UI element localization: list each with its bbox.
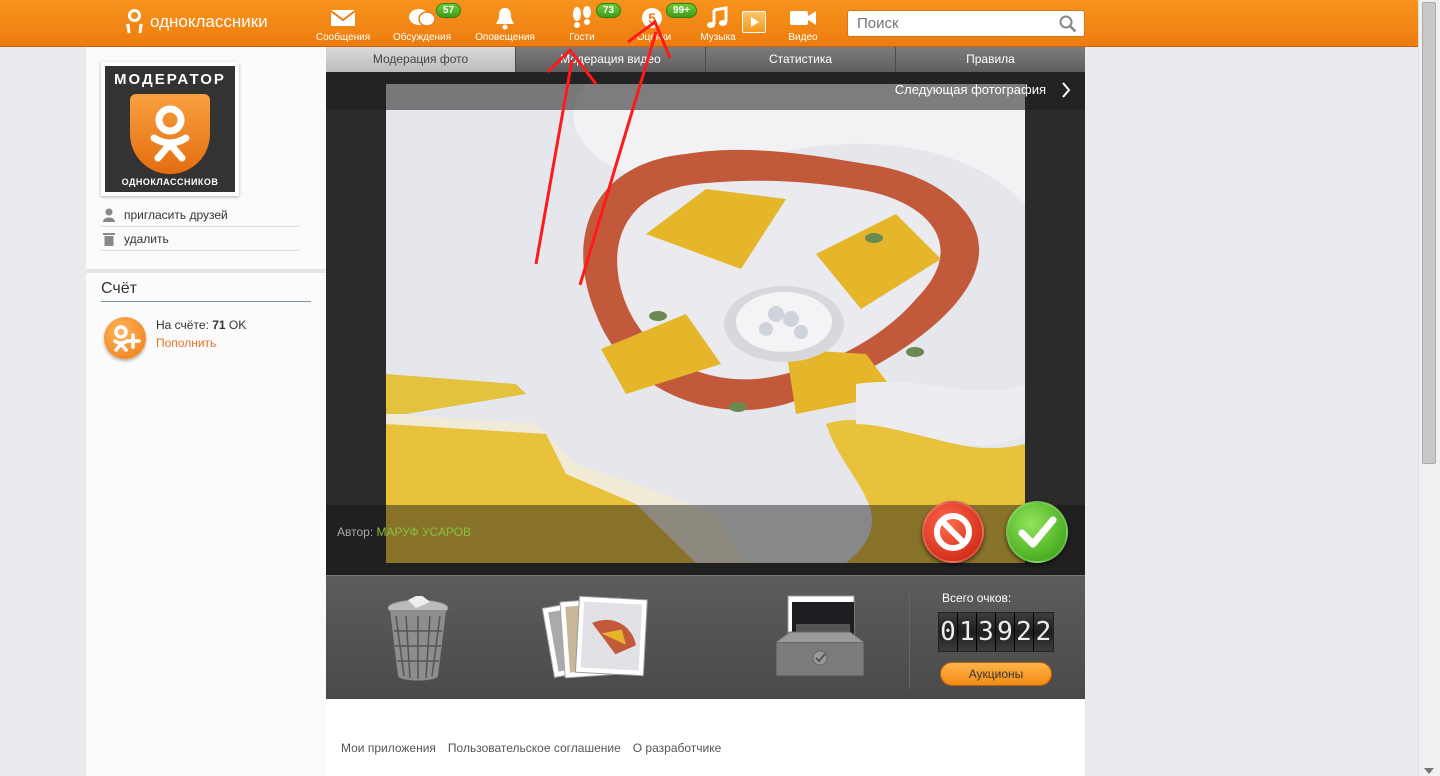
nav-label: Видео xyxy=(788,32,818,43)
photo-viewer: Следующая фотография Автор: МАРУФ УСАРОВ xyxy=(326,72,1085,575)
music-note-icon xyxy=(686,5,750,31)
tab-rules[interactable]: Правила xyxy=(896,47,1085,72)
nav-ratings[interactable]: 5 Оценки 99+ xyxy=(622,3,697,43)
ok-coin-icon xyxy=(104,317,146,359)
footer-link-user-agreement[interactable]: Пользовательское соглашение xyxy=(448,741,621,755)
play-icon[interactable] xyxy=(742,11,766,33)
auctions-button[interactable]: Аукционы xyxy=(940,662,1052,686)
envelope-icon xyxy=(311,5,375,31)
score-digit: 1 xyxy=(958,613,977,651)
next-photo-bar: Следующая фотография xyxy=(326,72,1085,110)
moderated-photo xyxy=(386,84,1025,563)
score-digit: 0 xyxy=(939,613,958,651)
nav-notifications[interactable]: Оповещения xyxy=(473,5,537,43)
account-balance: На счёте: 71 OK xyxy=(156,318,246,332)
checkmark-icon xyxy=(1018,516,1057,548)
delete-link[interactable]: удалить xyxy=(101,227,299,251)
score-digit: 2 xyxy=(1034,613,1053,651)
person-icon xyxy=(101,208,117,222)
search-icon[interactable] xyxy=(1059,15,1077,36)
scrollbar-thumb[interactable] xyxy=(1422,2,1436,464)
guests-badge: 73 xyxy=(596,3,622,18)
left-sidebar: МОДЕРАТОР ОДНОКЛАССНИКОВ пригласить друз… xyxy=(86,47,326,776)
ok-logo-icon xyxy=(124,8,146,36)
nav-label: Оповещения xyxy=(475,32,535,43)
logo-text: одноклассники xyxy=(150,12,268,31)
score-digit: 2 xyxy=(1015,613,1034,651)
delete-label: удалить xyxy=(124,231,169,246)
score-digit: 9 xyxy=(996,613,1015,651)
footer-links: Мои приложения Пользовательское соглашен… xyxy=(341,741,733,755)
nav-label: Гости xyxy=(569,32,595,43)
footer-link-my-apps[interactable]: Мои приложения xyxy=(341,741,436,755)
avatar[interactable]: МОДЕРАТОР ОДНОКЛАССНИКОВ xyxy=(101,62,239,196)
moderation-tabs: Модерация фото Модерация видео Статистик… xyxy=(326,47,1085,78)
invite-friends-link[interactable]: пригласить друзей xyxy=(101,203,299,227)
chevron-right-icon[interactable] xyxy=(1061,82,1071,103)
score-digit: 3 xyxy=(977,613,996,651)
reject-button[interactable] xyxy=(922,501,984,563)
nav-guests[interactable]: Гости 73 xyxy=(550,3,622,43)
site-logo[interactable]: одноклассники xyxy=(124,8,268,36)
scroll-down-arrow-icon[interactable] xyxy=(1424,768,1434,774)
video-camera-icon xyxy=(771,5,835,31)
avatar-bottom-text: ОДНОКЛАССНИКОВ xyxy=(121,177,219,187)
bell-icon xyxy=(473,5,537,31)
prohibited-icon xyxy=(934,513,972,551)
top-bar: одноклассники Сообщения Обсуждения 57 Оп… xyxy=(0,0,1418,47)
photo-author: Автор: МАРУФ УСАРОВ xyxy=(337,525,471,539)
approve-button[interactable] xyxy=(1006,501,1068,563)
tab-video-moderation[interactable]: Модерация видео xyxy=(516,47,706,72)
main-content: Модерация фото Модерация видео Статистик… xyxy=(326,47,1085,776)
avatar-top-text: МОДЕРАТОР xyxy=(114,71,226,88)
nav-discussions[interactable]: Обсуждения 57 xyxy=(390,3,462,43)
account-title: Счёт xyxy=(101,280,311,302)
section-divider xyxy=(86,269,326,273)
balance-value: 71 xyxy=(212,318,226,332)
footer-link-about-developer[interactable]: О разработчике xyxy=(633,741,722,755)
balance-unit: OK xyxy=(228,318,247,332)
author-name-link[interactable]: МАРУФ УСАРОВ xyxy=(377,525,472,539)
nav-label: Музыка xyxy=(700,32,736,43)
moderation-tray: Всего очков: 0 1 3 9 2 2 Аукционы xyxy=(326,575,1085,699)
discussions-badge: 57 xyxy=(436,3,462,18)
nav-music[interactable]: Музыка xyxy=(686,5,750,43)
total-points-label: Всего очков: xyxy=(942,591,1012,605)
ok-shield-icon xyxy=(130,94,210,174)
score-counter: 0 1 3 9 2 2 xyxy=(938,612,1054,652)
topup-link[interactable]: Пополнить xyxy=(156,336,216,350)
nav-messages[interactable]: Сообщения xyxy=(311,5,375,43)
reviewed-photos-stack-icon[interactable] xyxy=(541,594,651,692)
nav-label: Оценки xyxy=(636,32,672,43)
pending-photos-box-icon[interactable] xyxy=(774,594,866,687)
svg-text:5: 5 xyxy=(648,10,656,26)
page-scrollbar[interactable] xyxy=(1418,0,1440,776)
tray-divider xyxy=(909,589,910,689)
search-input[interactable] xyxy=(848,11,1048,36)
wastebasket-icon[interactable] xyxy=(386,594,450,687)
nav-label: Обсуждения xyxy=(392,32,452,43)
trash-icon xyxy=(101,232,117,246)
balance-label: На счёте: xyxy=(156,318,209,332)
next-photo-link[interactable]: Следующая фотография xyxy=(895,82,1046,97)
invite-friends-label: пригласить друзей xyxy=(124,207,228,222)
nav-video[interactable]: Видео xyxy=(771,5,835,43)
nav-label: Сообщения xyxy=(315,32,371,43)
tab-photo-moderation[interactable]: Модерация фото xyxy=(326,47,516,78)
search-box[interactable] xyxy=(847,10,1085,37)
author-label: Автор: xyxy=(337,525,374,539)
tab-statistics[interactable]: Статистика xyxy=(706,47,896,72)
